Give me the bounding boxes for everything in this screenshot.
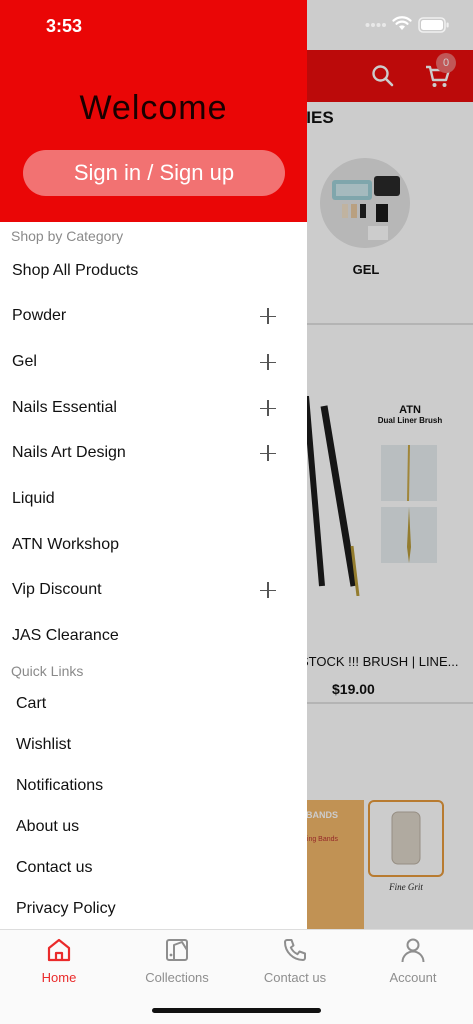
sign-in-button[interactable]: Sign in / Sign up [23, 150, 285, 196]
quick-link-label: Notifications [16, 777, 104, 794]
quick-link-label: Contact us [16, 859, 93, 876]
quick-link-label: Cart [16, 695, 47, 712]
category-label: Gel [12, 353, 37, 370]
expand-plus-icon[interactable] [260, 308, 276, 324]
quick-link-cart[interactable]: Cart [0, 686, 307, 724]
expand-plus-icon[interactable] [260, 582, 276, 598]
tab-home[interactable]: Home [0, 930, 118, 994]
expand-plus-icon[interactable] [260, 445, 276, 461]
category-gel[interactable]: Gel [0, 343, 307, 383]
category-nails-essential[interactable]: Nails Essential [0, 389, 307, 429]
quick-links-heading: Quick Links [11, 663, 84, 679]
category-vip-discount[interactable]: Vip Discount [0, 571, 307, 611]
home-indicator [152, 1008, 321, 1013]
quick-link-privacy-policy[interactable]: Privacy Policy [0, 891, 307, 929]
category-nails-art-design[interactable]: Nails Art Design [0, 434, 307, 474]
expand-plus-icon[interactable] [260, 354, 276, 370]
tab-label: Contact us [263, 970, 327, 985]
category-liquid[interactable]: Liquid [0, 480, 307, 520]
quick-link-notifications[interactable]: Notifications [0, 768, 307, 806]
category-label: Powder [12, 307, 67, 324]
category-label: Nails Essential [12, 399, 117, 416]
category-label: Vip Discount [12, 581, 102, 598]
status-time: 3:53 [46, 16, 83, 36]
tab-account[interactable]: Account [354, 930, 472, 994]
quick-link-contact-us[interactable]: Contact us [0, 850, 307, 888]
expand-plus-icon[interactable] [260, 400, 276, 416]
quick-link-wishlist[interactable]: Wishlist [0, 727, 307, 765]
shop-by-category-heading: Shop by Category [11, 228, 124, 244]
quick-link-label: Privacy Policy [16, 900, 116, 917]
category-label: JAS Clearance [12, 627, 119, 644]
home-icon [47, 938, 71, 962]
phone-icon [284, 939, 306, 961]
category-label: Shop All Products [12, 262, 139, 279]
battery-icon [418, 17, 449, 33]
quick-link-about-us[interactable]: About us [0, 809, 307, 847]
signal-icon [365, 23, 386, 27]
tab-contact-us[interactable]: Contact us [236, 930, 354, 994]
category-label: Liquid [12, 490, 55, 507]
category-atn-workshop[interactable]: ATN Workshop [0, 526, 307, 566]
status-bar: 3:53 [0, 0, 473, 50]
category-jas-clearance[interactable]: JAS Clearance [0, 617, 307, 657]
quick-link-label: Wishlist [16, 736, 72, 753]
account-icon [401, 938, 425, 963]
category-label: Nails Art Design [12, 444, 126, 461]
category-powder[interactable]: Powder [0, 297, 307, 337]
tab-label: Home [41, 970, 77, 985]
welcome-title: Welcome [79, 89, 228, 127]
tab-label: Collections [145, 970, 209, 985]
category-shop-all-products[interactable]: Shop All Products [0, 252, 307, 292]
collections-icon [166, 939, 188, 961]
wifi-icon [392, 16, 412, 30]
navigation-drawer: Welcome Sign in / Sign up Shop by Catego… [0, 0, 307, 929]
quick-link-label: About us [16, 818, 80, 835]
tab-label: Account [389, 970, 437, 985]
tab-collections[interactable]: Collections [118, 930, 236, 994]
category-label: ATN Workshop [12, 536, 119, 553]
